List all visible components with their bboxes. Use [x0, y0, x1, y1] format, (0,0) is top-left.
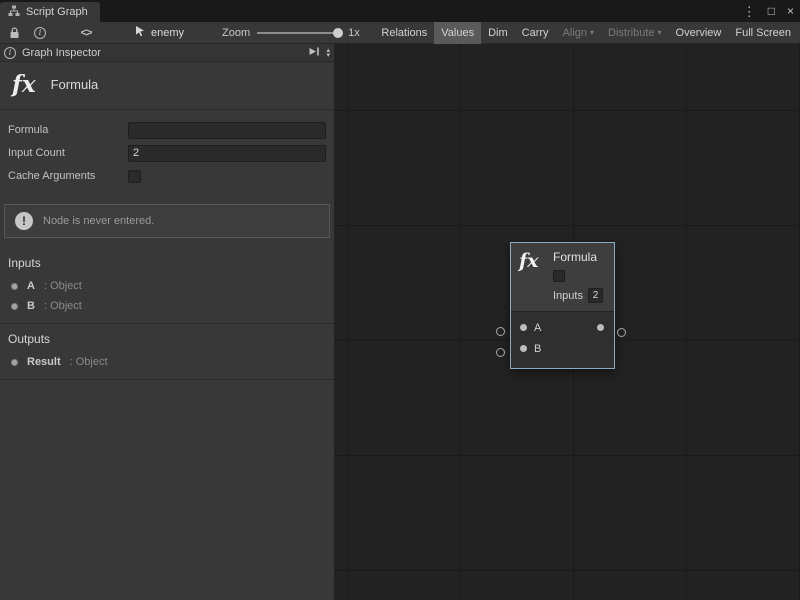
unit-title-block: fx Formula — [0, 62, 334, 110]
values-button[interactable]: Values — [434, 22, 481, 44]
carry-button[interactable]: Carry — [515, 22, 556, 44]
cache-arguments-row: Cache Arguments — [8, 167, 326, 185]
input-port-a-icon[interactable] — [520, 324, 527, 331]
fullscreen-button[interactable]: Full Screen — [728, 22, 798, 44]
graph-canvas[interactable]: fx Formula Inputs 2 A — [335, 44, 800, 600]
tab-strip: Script Graph ⋮ □ × — [0, 0, 800, 22]
node-input-count-field[interactable]: 2 — [588, 288, 603, 303]
port-dot-icon — [11, 303, 18, 310]
output-port-result: Result : Object — [0, 352, 334, 372]
window-controls: ⋮ □ × — [743, 0, 794, 22]
scroll-down-icon[interactable]: ▾ — [326, 53, 330, 58]
node-port-b-label: B — [534, 343, 541, 355]
script-graph-window: Script Graph ⋮ □ × i <> enemy — [0, 0, 800, 600]
outputs-section-header: Outputs — [0, 324, 334, 352]
cache-arguments-checkbox[interactable] — [128, 170, 141, 183]
inspector-header-title: Graph Inspector — [22, 47, 101, 59]
lock-icon[interactable] — [4, 22, 24, 44]
fx-icon: fx — [519, 251, 553, 303]
zoom-slider[interactable] — [257, 32, 341, 34]
formula-input[interactable] — [128, 122, 326, 139]
input-port-b-icon[interactable] — [520, 345, 527, 352]
align-dropdown[interactable]: Align ▾ — [556, 22, 601, 44]
formula-node-header[interactable]: fx Formula Inputs 2 — [511, 243, 614, 311]
relations-button[interactable]: Relations — [374, 22, 434, 44]
zoom-value: 1x — [348, 27, 360, 39]
inspector-fields: Formula Input Count Cache Arguments — [0, 110, 334, 192]
node-formula-checkbox[interactable] — [553, 270, 565, 282]
formula-field-row: Formula — [8, 121, 326, 139]
formula-field-label: Formula — [8, 124, 128, 136]
port-dot-icon — [11, 283, 18, 290]
external-port-ring-result[interactable] — [617, 328, 626, 337]
dock-icon[interactable] — [308, 46, 320, 60]
zoom-slider-handle[interactable] — [333, 28, 343, 38]
dim-button[interactable]: Dim — [481, 22, 515, 44]
external-port-ring-a[interactable] — [496, 327, 505, 336]
inputs-section-header: Inputs — [0, 248, 334, 276]
inspector-info-icon: i — [4, 47, 16, 59]
node-port-row-b: B — [511, 338, 614, 359]
node-title: Formula — [553, 251, 603, 264]
script-graph-icon — [8, 5, 20, 20]
main-area: i Graph Inspector ▴ ▾ fx — [0, 44, 800, 600]
formula-node-body: A B — [511, 311, 614, 368]
node-inputs-row: Inputs 2 — [553, 288, 603, 303]
node-port-row-a: A — [511, 317, 614, 338]
section-divider — [0, 379, 334, 380]
overview-button[interactable]: Overview — [669, 22, 729, 44]
close-icon[interactable]: × — [787, 5, 794, 17]
zoom-label: Zoom — [222, 27, 250, 39]
toolbar-buttons: Relations Values Dim Carry Align ▾ Distr… — [374, 22, 798, 44]
graph-toolbar: i <> enemy Zoom 1x Relations Values — [0, 22, 800, 44]
output-port-result-icon[interactable] — [597, 324, 604, 331]
warning-text: Node is never entered. — [43, 215, 154, 227]
graph-reference[interactable]: enemy — [134, 25, 184, 40]
port-dot-icon — [11, 359, 18, 366]
inspector-header: i Graph Inspector ▴ ▾ — [0, 44, 334, 62]
chevron-down-icon: ▾ — [590, 29, 594, 37]
input-port-a: A : Object — [0, 276, 334, 296]
info-icon[interactable]: i — [30, 22, 50, 44]
unit-title: Formula — [51, 77, 99, 92]
input-count-input[interactable] — [128, 145, 326, 162]
external-port-ring-b[interactable] — [496, 348, 505, 357]
warning-box: ! Node is never entered. — [4, 204, 330, 238]
tab-label: Script Graph — [26, 6, 88, 18]
warning-icon: ! — [15, 212, 33, 230]
input-count-field-row: Input Count — [8, 144, 326, 162]
panel-scroll-stepper[interactable]: ▴ ▾ — [326, 48, 330, 58]
cache-arguments-label: Cache Arguments — [8, 170, 128, 182]
code-icon[interactable]: <> — [76, 22, 96, 44]
fx-icon: fx — [12, 73, 36, 96]
machine-pointer-icon — [134, 25, 146, 40]
graph-inspector-panel: i Graph Inspector ▴ ▾ fx — [0, 44, 335, 600]
window-menu-icon[interactable]: ⋮ — [743, 5, 756, 18]
chevron-down-icon: ▾ — [658, 29, 662, 37]
maximize-icon[interactable]: □ — [768, 5, 775, 17]
node-inputs-label: Inputs — [553, 290, 583, 302]
input-port-b: B : Object — [0, 296, 334, 316]
graph-name-label: enemy — [151, 27, 184, 39]
zoom-control: Zoom 1x — [222, 27, 360, 39]
distribute-dropdown[interactable]: Distribute ▾ — [601, 22, 668, 44]
tab-script-graph[interactable]: Script Graph — [0, 2, 100, 22]
input-count-label: Input Count — [8, 147, 128, 159]
formula-node[interactable]: fx Formula Inputs 2 A — [510, 242, 615, 369]
node-port-a-label: A — [534, 322, 541, 334]
